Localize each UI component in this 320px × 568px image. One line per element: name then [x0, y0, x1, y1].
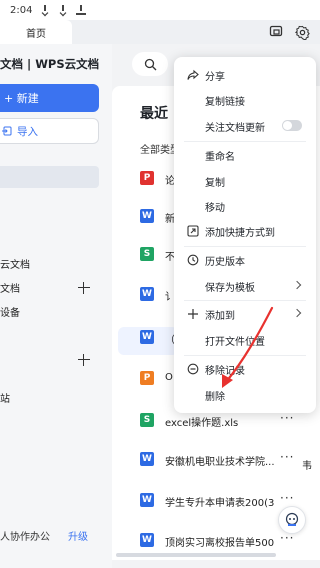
menu-item-label: 添加快捷方式到 — [205, 228, 275, 239]
tab-home[interactable]: 首页 — [0, 20, 72, 44]
add-docs-plus-icon[interactable] — [78, 282, 90, 294]
chevron-right-icon — [292, 308, 302, 318]
import-button-label: 导入 — [17, 125, 38, 138]
menu-item-label: 打开文件位置 — [205, 337, 265, 348]
import-button[interactable]: 导入 — [0, 118, 99, 144]
more-options-icon[interactable]: ··· — [280, 411, 294, 425]
menu-item-copy-link[interactable]: 复制链接 — [174, 88, 316, 112]
menu-item-open-location[interactable]: 打开文件位置 — [174, 328, 316, 352]
file-type-icon: W — [140, 287, 154, 301]
settings-gear-icon[interactable] — [292, 22, 312, 42]
menu-item-label: 重命名 — [205, 152, 235, 163]
menu-divider — [184, 141, 306, 142]
file-type-icon: W — [140, 209, 154, 223]
menu-item-label: 关注文档更新 — [205, 123, 265, 134]
file-type-icon: P — [140, 171, 154, 185]
remove-circle-icon — [187, 363, 199, 375]
new-button-label: + 新建 — [4, 92, 39, 105]
menu-item-add-to[interactable]: 添加到 — [174, 302, 316, 326]
share-icon — [187, 69, 199, 81]
menu-item-follow-updates[interactable]: 关注文档更新 — [174, 114, 316, 138]
sidebar-item-docs[interactable]: 文档 — [0, 280, 20, 295]
assistant-avatar-button[interactable] — [278, 506, 306, 534]
type-filter[interactable]: 全部类型 — [140, 141, 174, 156]
menu-item-label: 分享 — [205, 72, 225, 83]
shortcut-icon — [187, 225, 199, 237]
file-type-icon: S — [140, 247, 154, 261]
file-name[interactable]: 安徽机电职业技术学院... — [165, 453, 275, 468]
menu-item-label: 保存为模板 — [205, 283, 255, 294]
menu-item-label: 复制链接 — [205, 97, 245, 108]
follow-updates-toggle[interactable] — [282, 120, 302, 131]
file-name[interactable]: O — [165, 372, 173, 383]
menu-item-copy[interactable]: 复制 — [174, 169, 316, 193]
menu-item-label: 移除记录 — [205, 366, 245, 377]
plus-icon — [187, 308, 199, 320]
file-type-icon: P — [140, 371, 154, 385]
more-options-icon[interactable]: ··· — [280, 491, 294, 505]
menu-item-label: 移动 — [205, 203, 225, 214]
horizontal-scrollbar[interactable] — [116, 553, 276, 557]
context-menu: 分享 复制链接 关注文档更新 重命名 复制 移动 添加快捷方式到 历史版本 保存… — [174, 57, 316, 413]
new-button[interactable]: + 新建 — [0, 84, 99, 112]
menu-item-label: 复制 — [205, 178, 225, 189]
menu-divider — [184, 355, 306, 356]
menu-item-move[interactable]: 移动 — [174, 194, 316, 218]
menu-item-share[interactable]: 分享 — [174, 63, 316, 87]
menu-item-label: 添加到 — [205, 311, 235, 322]
menu-item-label: 删除 — [205, 392, 225, 403]
status-time: 2:04 — [10, 4, 33, 16]
menu-item-label: 历史版本 — [205, 257, 245, 268]
menu-divider — [184, 300, 306, 301]
sidebar-item-selected[interactable] — [0, 166, 99, 188]
sidebar-item-devices[interactable]: 设备 — [0, 304, 20, 319]
history-icon — [187, 254, 199, 266]
import-icon — [2, 126, 12, 136]
tab-bar: 首页 — [0, 20, 320, 44]
file-type-icon: W — [140, 493, 154, 507]
tab-home-label: 首页 — [26, 28, 46, 40]
collab-promo-text: 人协作办公 — [0, 532, 50, 543]
menu-item-save-as-template[interactable]: 保存为模板 — [174, 274, 316, 298]
status-bar: 2:04 — [0, 0, 320, 20]
more-options-icon[interactable]: ··· — [280, 450, 294, 464]
file-name[interactable]: excel操作题.xls — [165, 414, 238, 429]
menu-item-add-shortcut[interactable]: 添加快捷方式到 — [174, 219, 316, 243]
menu-divider — [184, 246, 306, 247]
menu-item-remove-record[interactable]: 移除记录 — [174, 357, 316, 381]
file-type-icon: W — [140, 533, 154, 547]
add-group-plus-icon[interactable] — [78, 354, 90, 366]
download-done-icon — [76, 5, 87, 15]
cast-icon[interactable] — [266, 22, 286, 42]
download-icon — [58, 5, 68, 15]
sidebar: 文档 | WPS云文档 + 新建 导入 云文档 文档 设备 站 人协作办公 升级 — [0, 44, 112, 568]
sidebar-item-site[interactable]: 站 — [0, 390, 10, 405]
search-icon — [144, 58, 156, 70]
sidebar-item-cloud-docs[interactable]: 云文档 — [0, 256, 30, 271]
upgrade-link[interactable]: 升级 — [68, 528, 88, 543]
download-icon — [40, 5, 50, 15]
menu-item-delete[interactable]: 删除 — [174, 383, 316, 407]
file-type-icon: W — [140, 330, 154, 344]
file-name[interactable]: 学生专升本申请表200(3) — [165, 494, 275, 509]
menu-item-history[interactable]: 历史版本 — [174, 248, 316, 272]
search-button[interactable] — [132, 52, 168, 76]
file-type-icon: S — [140, 413, 154, 427]
row-overflow-text: 韦 — [302, 461, 312, 472]
page-title: 最近 — [140, 106, 168, 122]
brand-title: 文档 | WPS云文档 — [0, 57, 100, 71]
chevron-right-icon — [292, 280, 302, 290]
file-type-icon: W — [140, 452, 154, 466]
menu-item-rename[interactable]: 重命名 — [174, 143, 316, 167]
robot-assistant-icon — [285, 512, 299, 526]
file-name[interactable]: 顶岗实习离校报告单500( — [165, 534, 275, 549]
